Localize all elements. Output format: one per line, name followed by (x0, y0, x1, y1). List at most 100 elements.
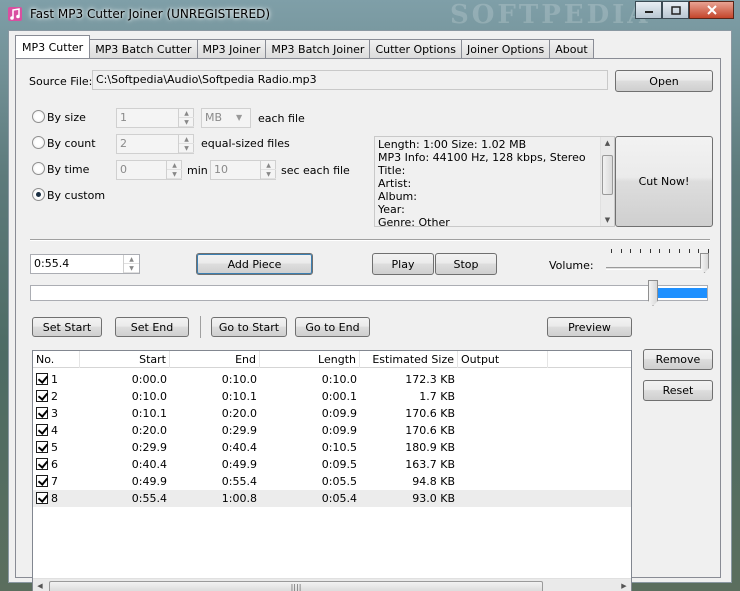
preview-button[interactable]: Preview (547, 317, 632, 337)
scroll-left-icon[interactable]: ◀ (35, 582, 45, 590)
time-sec-spinner[interactable]: ▲ ▼ (260, 161, 276, 179)
pieces-list[interactable]: No. Start End Length Estimated Size Output 1 0… (32, 350, 632, 591)
column-header-no[interactable]: No. (33, 351, 80, 368)
row-checkbox[interactable] (36, 373, 48, 385)
table-row[interactable]: 5 0:29.9 0:40.4 0:10.5 180.9 KB (33, 439, 631, 456)
cell-end: 0:40.4 (221, 441, 257, 454)
time-sec-suffix-label: sec each file (281, 164, 350, 177)
title-bar[interactable]: Fast MP3 Cutter Joiner (UNREGISTERED) SO… (0, 0, 740, 30)
time-min-spinner[interactable]: ▲ ▼ (166, 161, 182, 179)
table-row[interactable]: 7 0:49.9 0:55.4 0:05.5 94.8 KB (33, 473, 631, 490)
cell-length: 0:09.9 (321, 407, 357, 420)
tab-mp3-joiner[interactable]: MP3 Joiner (196, 39, 267, 58)
list-hscrollbar[interactable]: ◀ |||| ▶ (33, 578, 631, 591)
position-bar[interactable] (30, 285, 708, 301)
by-custom-radio[interactable] (32, 188, 45, 201)
volume-slider-thumb[interactable] (700, 253, 709, 273)
go-to-start-button[interactable]: Go to Start (211, 317, 287, 337)
size-unit-select[interactable]: MB (201, 108, 251, 128)
table-row[interactable]: 2 0:10.0 0:10.1 0:00.1 1.7 KB (33, 388, 631, 405)
row-number-cell: 8 (33, 490, 80, 507)
time-position-spinner[interactable]: ▲ ▼ (123, 255, 139, 273)
hscroll-thumb[interactable]: |||| (49, 581, 543, 591)
cell-length: 0:09.9 (321, 424, 357, 437)
remove-button[interactable]: Remove (643, 349, 713, 370)
cell-output (458, 456, 548, 473)
mp3-info-box[interactable]: Length: 1:00 Size: 1.02 MB MP3 Info: 4410… (374, 136, 615, 227)
play-button[interactable]: Play (372, 253, 434, 275)
cell-end: 0:55.4 (221, 475, 257, 488)
cell-size: 172.3 KB (405, 373, 455, 386)
cell-end: 0:49.9 (221, 458, 257, 471)
scroll-thumb[interactable] (602, 155, 613, 195)
column-header-end[interactable]: End (170, 351, 260, 368)
scroll-up-icon[interactable]: ▲ (601, 139, 614, 147)
row-checkbox[interactable] (36, 390, 48, 402)
tab-cutter-options[interactable]: Cutter Options (369, 39, 462, 58)
row-checkbox[interactable] (36, 441, 48, 453)
row-checkbox[interactable] (36, 492, 48, 504)
table-row[interactable]: 3 0:10.1 0:20.0 0:09.9 170.6 KB (33, 405, 631, 422)
stop-button[interactable]: Stop (435, 253, 497, 275)
close-button[interactable] (689, 1, 734, 19)
table-row[interactable]: 4 0:20.0 0:29.9 0:09.9 170.6 KB (33, 422, 631, 439)
position-slider-thumb[interactable] (648, 280, 658, 306)
column-header-size[interactable]: Estimated Size (360, 351, 458, 368)
tab-about[interactable]: About (549, 39, 594, 58)
tab-joiner-options[interactable]: Joiner Options (460, 39, 551, 58)
cell-start: 0:00.0 (131, 373, 167, 386)
minimize-button[interactable] (635, 1, 662, 19)
size-spinner[interactable]: ▲ ▼ (178, 109, 194, 127)
column-header-start[interactable]: Start (80, 351, 170, 368)
row-number: 7 (51, 475, 58, 488)
row-number: 6 (51, 458, 58, 471)
mp3-info-text: Length: 1:00 Size: 1.02 MB MP3 Info: 4410… (378, 138, 586, 227)
cell-size: 94.8 KB (412, 475, 455, 488)
row-checkbox[interactable] (36, 458, 48, 470)
tab-mp3-batch-joiner[interactable]: MP3 Batch Joiner (265, 39, 371, 58)
maximize-icon (670, 5, 681, 15)
mp3-info-line: Year: (378, 203, 405, 216)
column-header-length[interactable]: Length (260, 351, 360, 368)
row-checkbox[interactable] (36, 475, 48, 487)
mp3-info-line: Length: 1:00 Size: 1.02 MB (378, 138, 527, 151)
table-row[interactable]: 6 0:40.4 0:49.9 0:09.5 163.7 KB (33, 456, 631, 473)
open-button[interactable]: Open (615, 70, 713, 92)
by-size-radio[interactable] (32, 110, 45, 123)
reset-button[interactable]: Reset (643, 380, 713, 401)
cell-start: 0:49.9 (131, 475, 167, 488)
set-start-button[interactable]: Set Start (32, 317, 102, 337)
set-end-button[interactable]: Set End (115, 317, 189, 337)
cell-output (458, 473, 548, 490)
tab-mp3-batch-cutter[interactable]: MP3 Batch Cutter (89, 39, 198, 58)
row-number-cell: 1 (33, 371, 80, 388)
add-piece-button[interactable]: Add Piece (196, 253, 313, 275)
column-header-output[interactable]: Output (458, 351, 548, 368)
scroll-down-icon[interactable]: ▼ (601, 216, 614, 224)
cell-size: 170.6 KB (405, 424, 455, 437)
cut-now-button[interactable]: Cut Now! (615, 136, 713, 227)
tab-mp3-cutter[interactable]: MP3 Cutter (15, 35, 91, 58)
row-number: 1 (51, 373, 58, 386)
count-spinner[interactable]: ▲ ▼ (178, 135, 194, 153)
by-time-radio[interactable] (32, 162, 45, 175)
table-row[interactable]: 8 0:55.4 1:00.8 0:05.4 93.0 KB (33, 490, 631, 507)
row-checkbox[interactable] (36, 407, 48, 419)
volume-slider-track[interactable] (606, 267, 706, 270)
row-checkbox[interactable] (36, 424, 48, 436)
mp3-info-line: Genre: Other (378, 216, 450, 227)
cell-length: 0:10.5 (321, 441, 357, 454)
cell-length: 0:05.4 (321, 492, 357, 505)
mp3-info-line: Artist: (378, 177, 412, 190)
scroll-right-icon[interactable]: ▶ (619, 582, 629, 590)
by-count-radio[interactable] (32, 136, 45, 149)
client-area: MP3 Cutter MP3 Batch Cutter MP3 Joiner M… (8, 30, 732, 591)
go-to-end-button[interactable]: Go to End (295, 317, 370, 337)
maximize-button[interactable] (662, 1, 689, 19)
close-icon (706, 5, 717, 15)
cell-size: 180.9 KB (405, 441, 455, 454)
table-row[interactable]: 1 0:00.0 0:10.0 0:10.0 172.3 KB (33, 371, 631, 388)
cell-output (458, 439, 548, 456)
info-scrollbar[interactable]: ▲ ▼ (600, 137, 614, 226)
cell-start: 0:10.0 (131, 390, 167, 403)
